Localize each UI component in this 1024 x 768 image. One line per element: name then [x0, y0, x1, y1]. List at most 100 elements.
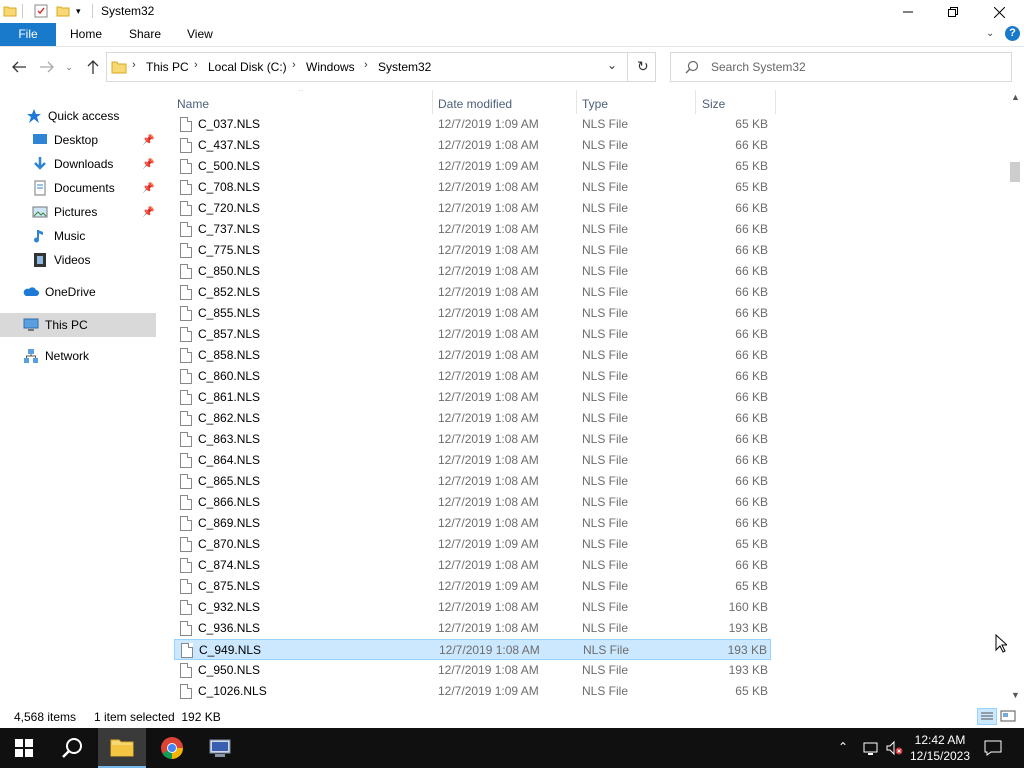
- breadcrumb-separator-icon[interactable]: ›: [292, 59, 296, 71]
- table-row[interactable]: C_863.NLS 12/7/2019 1:08 AM NLS File 66 KB: [174, 429, 771, 450]
- pin-icon[interactable]: 📌: [142, 159, 154, 170]
- column-divider[interactable]: [775, 90, 776, 114]
- nav-network[interactable]: Network: [23, 345, 89, 367]
- expand-ribbon-icon[interactable]: ⌄: [986, 28, 994, 39]
- breadcrumb-separator-icon[interactable]: ›: [132, 59, 136, 71]
- network-status-icon[interactable]: [862, 740, 880, 759]
- start-button[interactable]: [0, 728, 48, 768]
- address-bar[interactable]: › This PC › Local Disk (C:) › Windows › …: [106, 52, 656, 82]
- breadcrumb-separator-icon[interactable]: ›: [364, 59, 368, 71]
- column-divider[interactable]: [576, 90, 577, 114]
- nav-onedrive[interactable]: OneDrive: [23, 281, 96, 303]
- file-explorer-taskbar-button[interactable]: [98, 728, 146, 768]
- forward-button[interactable]: [37, 57, 57, 77]
- nav-pictures[interactable]: Pictures: [32, 201, 97, 223]
- scroll-up-icon[interactable]: ▲: [1011, 92, 1020, 102]
- maximize-button[interactable]: [930, 0, 976, 24]
- table-row[interactable]: C_875.NLS 12/7/2019 1:09 AM NLS File 65 KB: [174, 576, 771, 597]
- search-input[interactable]: Search System32: [711, 60, 806, 74]
- table-row[interactable]: C_850.NLS 12/7/2019 1:08 AM NLS File 66 KB: [174, 261, 771, 282]
- table-row[interactable]: C_950.NLS 12/7/2019 1:08 AM NLS File 193 KB: [174, 660, 771, 681]
- table-row[interactable]: C_737.NLS 12/7/2019 1:08 AM NLS File 66 KB: [174, 219, 771, 240]
- table-row[interactable]: C_720.NLS 12/7/2019 1:08 AM NLS File 66 KB: [174, 198, 771, 219]
- table-row[interactable]: C_949.NLS 12/7/2019 1:08 AM NLS File 193 KB: [174, 639, 771, 660]
- table-row[interactable]: C_864.NLS 12/7/2019 1:08 AM NLS File 66 KB: [174, 450, 771, 471]
- nav-downloads[interactable]: Downloads: [32, 153, 113, 175]
- table-row[interactable]: C_855.NLS 12/7/2019 1:08 AM NLS File 66 KB: [174, 303, 771, 324]
- scrollbar-thumb[interactable]: [1010, 162, 1020, 182]
- refresh-icon[interactable]: ↻: [637, 58, 649, 75]
- up-button[interactable]: [83, 57, 103, 77]
- column-header-size[interactable]: Size: [702, 94, 725, 114]
- breadcrumb-this-pc[interactable]: This PC: [146, 60, 189, 74]
- column-header-type[interactable]: Type: [582, 94, 608, 114]
- recent-locations-button[interactable]: ⌄: [62, 57, 76, 77]
- chevron-up-icon[interactable]: ⌃: [838, 740, 848, 754]
- tab-view[interactable]: View: [187, 23, 213, 46]
- table-row[interactable]: C_870.NLS 12/7/2019 1:09 AM NLS File 65 KB: [174, 534, 771, 555]
- properties-icon[interactable]: [34, 4, 48, 21]
- table-row[interactable]: C_858.NLS 12/7/2019 1:08 AM NLS File 66 KB: [174, 345, 771, 366]
- table-row[interactable]: C_852.NLS 12/7/2019 1:08 AM NLS File 66 KB: [174, 282, 771, 303]
- pin-icon[interactable]: 📌: [142, 183, 154, 194]
- pin-icon[interactable]: 📌: [142, 135, 154, 146]
- nav-videos[interactable]: Videos: [32, 249, 90, 271]
- column-divider[interactable]: [695, 90, 696, 114]
- back-button[interactable]: [9, 57, 29, 77]
- item-count: 4,568 items: [14, 710, 77, 724]
- breadcrumb-separator-icon[interactable]: ›: [194, 59, 198, 71]
- nav-documents[interactable]: Documents: [32, 177, 115, 199]
- close-button[interactable]: [976, 0, 1022, 24]
- table-row[interactable]: C_437.NLS 12/7/2019 1:08 AM NLS File 66 KB: [174, 135, 771, 156]
- nav-this-pc[interactable]: This PC: [0, 313, 156, 337]
- new-folder-icon[interactable]: [56, 4, 70, 21]
- breadcrumb-local-disk[interactable]: Local Disk (C:): [208, 60, 287, 74]
- table-row[interactable]: C_866.NLS 12/7/2019 1:08 AM NLS File 66 KB: [174, 492, 771, 513]
- search-button[interactable]: [48, 728, 96, 768]
- search-box[interactable]: Search System32: [670, 52, 1012, 82]
- address-dropdown-icon[interactable]: ⌄: [607, 58, 617, 72]
- nav-music[interactable]: Music: [32, 225, 85, 247]
- table-row[interactable]: C_037.NLS 12/7/2019 1:09 AM NLS File 65 KB: [174, 114, 771, 135]
- breadcrumb-system32[interactable]: System32: [378, 60, 431, 74]
- chevron-down-icon[interactable]: ▾: [76, 6, 81, 17]
- app-taskbar-button[interactable]: [196, 728, 244, 768]
- large-icons-view-icon[interactable]: [1000, 709, 1016, 726]
- table-row[interactable]: C_1026.NLS 12/7/2019 1:09 AM NLS File 65 KB: [174, 681, 771, 702]
- folder-icon[interactable]: [3, 4, 17, 21]
- file-type: NLS File: [582, 600, 629, 614]
- nav-desktop[interactable]: Desktop: [32, 129, 98, 151]
- system-clock[interactable]: 12:42 AM 12/15/2023: [906, 732, 974, 764]
- breadcrumb-windows[interactable]: Windows: [306, 60, 355, 74]
- vertical-scrollbar[interactable]: ▲ ▼: [1006, 90, 1024, 704]
- pin-icon[interactable]: 📌: [142, 207, 154, 218]
- table-row[interactable]: C_500.NLS 12/7/2019 1:09 AM NLS File 65 KB: [174, 156, 771, 177]
- column-header-name[interactable]: Name: [177, 94, 209, 114]
- tab-file[interactable]: File: [0, 23, 56, 46]
- details-view-icon[interactable]: [977, 708, 997, 725]
- column-header-date[interactable]: Date modified: [438, 94, 512, 114]
- file-name: C_865.NLS: [198, 474, 261, 488]
- tab-share[interactable]: Share: [129, 23, 161, 46]
- scroll-down-icon[interactable]: ▼: [1011, 690, 1020, 700]
- table-row[interactable]: C_708.NLS 12/7/2019 1:08 AM NLS File 65 KB: [174, 177, 771, 198]
- help-icon[interactable]: ?: [1005, 26, 1020, 41]
- table-row[interactable]: C_936.NLS 12/7/2019 1:08 AM NLS File 193 KB: [174, 618, 771, 639]
- table-row[interactable]: C_865.NLS 12/7/2019 1:08 AM NLS File 66 KB: [174, 471, 771, 492]
- volume-muted-icon[interactable]: [885, 740, 903, 759]
- column-divider[interactable]: [432, 90, 433, 114]
- file-icon: [180, 369, 192, 384]
- table-row[interactable]: C_932.NLS 12/7/2019 1:08 AM NLS File 160 KB: [174, 597, 771, 618]
- table-row[interactable]: C_860.NLS 12/7/2019 1:08 AM NLS File 66 KB: [174, 366, 771, 387]
- table-row[interactable]: C_874.NLS 12/7/2019 1:08 AM NLS File 66 KB: [174, 555, 771, 576]
- table-row[interactable]: C_861.NLS 12/7/2019 1:08 AM NLS File 66 KB: [174, 387, 771, 408]
- tab-home[interactable]: Home: [70, 23, 102, 46]
- notifications-icon[interactable]: [984, 740, 1002, 759]
- table-row[interactable]: C_869.NLS 12/7/2019 1:08 AM NLS File 66 KB: [174, 513, 771, 534]
- table-row[interactable]: C_775.NLS 12/7/2019 1:08 AM NLS File 66 KB: [174, 240, 771, 261]
- minimize-button[interactable]: [885, 0, 931, 24]
- table-row[interactable]: C_857.NLS 12/7/2019 1:08 AM NLS File 66 KB: [174, 324, 771, 345]
- table-row[interactable]: C_862.NLS 12/7/2019 1:08 AM NLS File 66 KB: [174, 408, 771, 429]
- chrome-taskbar-button[interactable]: [148, 728, 196, 768]
- nav-quick-access[interactable]: Quick access: [26, 105, 119, 127]
